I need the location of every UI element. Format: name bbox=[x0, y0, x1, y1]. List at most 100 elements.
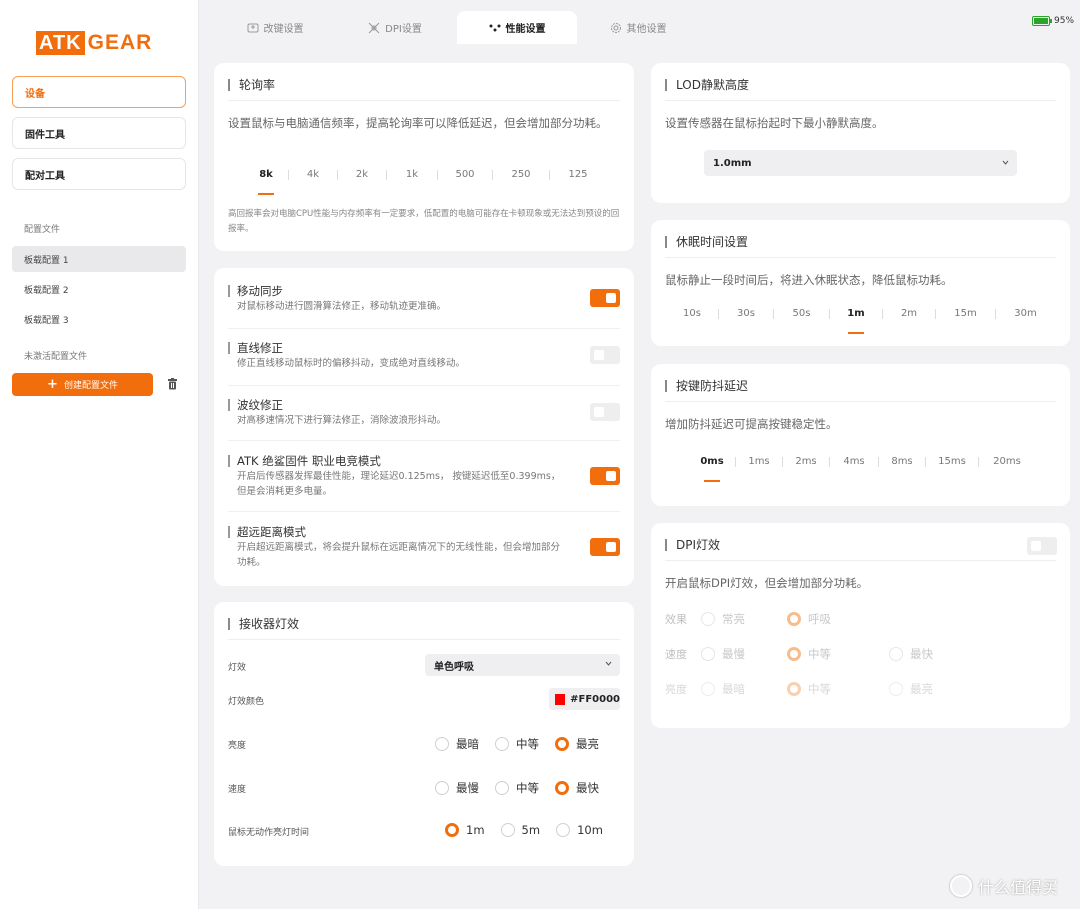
debounce-option-15ms[interactable]: 15ms bbox=[926, 452, 978, 472]
lod-select[interactable]: 1.0mm bbox=[704, 150, 1017, 176]
option-label: 最快 bbox=[576, 781, 599, 795]
config-item-3[interactable]: 板载配置 3 bbox=[12, 306, 186, 332]
receiver-speed-fast[interactable]: 最快 bbox=[555, 780, 599, 796]
dpi-speed-fast[interactable]: 最快 bbox=[889, 646, 933, 662]
radio-dot bbox=[787, 682, 801, 696]
polling-option-500[interactable]: 500 bbox=[438, 165, 492, 185]
atk-gear-logo: ATK GEAR bbox=[36, 30, 166, 56]
receiver-speed-medium[interactable]: 中等 bbox=[495, 780, 539, 796]
tab-other[interactable]: 其他设置 bbox=[578, 11, 698, 44]
receiver-effect-select[interactable]: 单色呼吸 bbox=[425, 654, 620, 676]
nav-firmware-tools[interactable]: 固件工具 bbox=[12, 117, 186, 149]
tab-dpi[interactable]: DPI设置 bbox=[335, 11, 455, 44]
dpi-brightness-dim[interactable]: 最暗 bbox=[701, 681, 745, 697]
create-config-button[interactable]: + 创建配置文件 bbox=[12, 373, 153, 396]
toggle-knob bbox=[606, 471, 616, 481]
long-range-title: 超远距离模式 bbox=[237, 525, 306, 539]
sleep-option-2m[interactable]: 2m bbox=[883, 304, 935, 324]
ripple-control-toggle[interactable] bbox=[590, 403, 620, 421]
sleep-option-10s[interactable]: 10s bbox=[666, 304, 718, 324]
dpi-effect-breathing[interactable]: 呼吸 bbox=[787, 611, 831, 627]
sleep-option-15m[interactable]: 15m bbox=[936, 304, 995, 324]
radio-dot bbox=[435, 781, 449, 795]
radio-dot bbox=[787, 612, 801, 626]
dpi-effect-solid[interactable]: 常亮 bbox=[701, 611, 745, 627]
receiver-brightness-group: 最暗 中等 最亮 bbox=[435, 736, 615, 752]
receiver-idle-10m[interactable]: 10m bbox=[556, 823, 603, 837]
divider bbox=[665, 257, 1056, 258]
receiver-effect-label: 灯效 bbox=[228, 663, 247, 673]
receiver-brightness-medium[interactable]: 中等 bbox=[495, 736, 539, 752]
trash-icon[interactable] bbox=[167, 378, 178, 390]
polling-option-4k[interactable]: 4k bbox=[289, 165, 337, 185]
long-range-toggle[interactable] bbox=[590, 538, 620, 556]
receiver-idle-1m[interactable]: 1m bbox=[445, 823, 485, 837]
dots-icon bbox=[489, 24, 500, 31]
sleep-option-30m[interactable]: 30m bbox=[996, 304, 1055, 324]
radio-dot bbox=[555, 781, 569, 795]
toggle-knob bbox=[606, 542, 616, 552]
option-label: 最快 bbox=[910, 647, 933, 661]
nav-pairing-tools[interactable]: 配对工具 bbox=[12, 158, 186, 190]
tab-key-mapping[interactable]: 改键设置 bbox=[215, 11, 335, 44]
option-label: 最亮 bbox=[576, 737, 599, 751]
debounce-option-1ms[interactable]: 1ms bbox=[736, 452, 782, 472]
lod-value: 1.0mm bbox=[713, 157, 752, 169]
angle-snap-title: 直线修正 bbox=[237, 341, 283, 355]
polling-option-1k[interactable]: 1k bbox=[387, 165, 437, 185]
dpi-brightness-group: 最暗 中等 最亮 bbox=[701, 681, 949, 697]
debounce-option-4ms[interactable]: 4ms bbox=[830, 452, 878, 472]
radio-dot bbox=[435, 737, 449, 751]
receiver-color-label: 灯效颜色 bbox=[228, 697, 265, 707]
sleep-time-desc: 鼠标静止一段时间后，将进入休眠状态，降低鼠标功耗。 bbox=[665, 273, 953, 287]
dpi-brightness-label: 亮度 bbox=[665, 683, 687, 696]
debounce-option-0ms[interactable]: 0ms bbox=[689, 452, 735, 482]
sleep-time-card: 休眠时间设置 鼠标静止一段时间后，将进入休眠状态，降低鼠标功耗。 10s 30s… bbox=[651, 220, 1070, 346]
config-item-2[interactable]: 板载配置 2 bbox=[12, 276, 186, 302]
sleep-option-1m[interactable]: 1m bbox=[830, 304, 882, 334]
polling-option-2k[interactable]: 2k bbox=[338, 165, 386, 185]
radio-dot bbox=[556, 823, 571, 837]
debounce-option-20ms[interactable]: 20ms bbox=[979, 452, 1035, 472]
tab-dpi-label: DPI设置 bbox=[385, 24, 422, 35]
pro-mode-toggle[interactable] bbox=[590, 467, 620, 485]
option-label: 常亮 bbox=[722, 612, 745, 626]
polling-option-125[interactable]: 125 bbox=[550, 165, 606, 185]
radio-dot bbox=[701, 682, 715, 696]
divider bbox=[228, 511, 620, 512]
receiver-brightness-bright[interactable]: 最亮 bbox=[555, 736, 599, 752]
polling-rate-desc: 设置鼠标与电脑通信频率，提高轮询率可以降低延迟，但会增加部分功耗。 bbox=[228, 116, 608, 130]
receiver-brightness-dim[interactable]: 最暗 bbox=[435, 736, 479, 752]
polling-option-250[interactable]: 250 bbox=[493, 165, 549, 185]
keyboard-icon bbox=[247, 23, 258, 32]
receiver-color-picker[interactable]: #FF0000 bbox=[549, 688, 620, 710]
option-label: 中等 bbox=[808, 682, 831, 696]
dpi-speed-medium[interactable]: 中等 bbox=[787, 646, 831, 662]
dpi-speed-slow[interactable]: 最慢 bbox=[701, 646, 745, 662]
dpi-brightness-bright[interactable]: 最亮 bbox=[889, 681, 933, 697]
debounce-selector: 0ms 1ms 2ms 4ms 8ms 15ms 20ms bbox=[689, 452, 1035, 482]
option-label: 最慢 bbox=[456, 781, 479, 795]
sleep-option-30s[interactable]: 30s bbox=[719, 304, 773, 324]
nav-device[interactable]: 设备 bbox=[12, 76, 186, 108]
dpi-speed-group: 最慢 中等 最快 bbox=[701, 646, 949, 662]
dpi-brightness-medium[interactable]: 中等 bbox=[787, 681, 831, 697]
debounce-option-2ms[interactable]: 2ms bbox=[783, 452, 829, 472]
toggle-knob bbox=[606, 293, 616, 303]
debounce-option-8ms[interactable]: 8ms bbox=[879, 452, 925, 472]
receiver-idle-5m[interactable]: 5m bbox=[500, 823, 540, 837]
tab-performance[interactable]: 性能设置 bbox=[457, 11, 577, 44]
option-label: 最慢 bbox=[722, 647, 745, 661]
sleep-option-50s[interactable]: 50s bbox=[774, 304, 829, 324]
angle-snap-toggle[interactable] bbox=[590, 346, 620, 364]
dpi-light-toggle[interactable] bbox=[1027, 537, 1057, 555]
receiver-speed-slow[interactable]: 最慢 bbox=[435, 780, 479, 796]
config-item-1[interactable]: 板载配置 1 bbox=[12, 246, 186, 272]
gear-icon bbox=[610, 22, 621, 33]
polling-option-8k[interactable]: 8k bbox=[244, 165, 288, 195]
debounce-card: 按键防抖延迟 增加防抖延迟可提高按键稳定性。 0ms 1ms 2ms 4ms 8… bbox=[651, 364, 1070, 506]
lod-card: LOD静默高度 设置传感器在鼠标抬起时下最小静默高度。 1.0mm bbox=[651, 63, 1070, 203]
motion-sync-toggle[interactable] bbox=[590, 289, 620, 307]
chevron-down-icon bbox=[1002, 160, 1009, 165]
divider bbox=[228, 639, 620, 640]
